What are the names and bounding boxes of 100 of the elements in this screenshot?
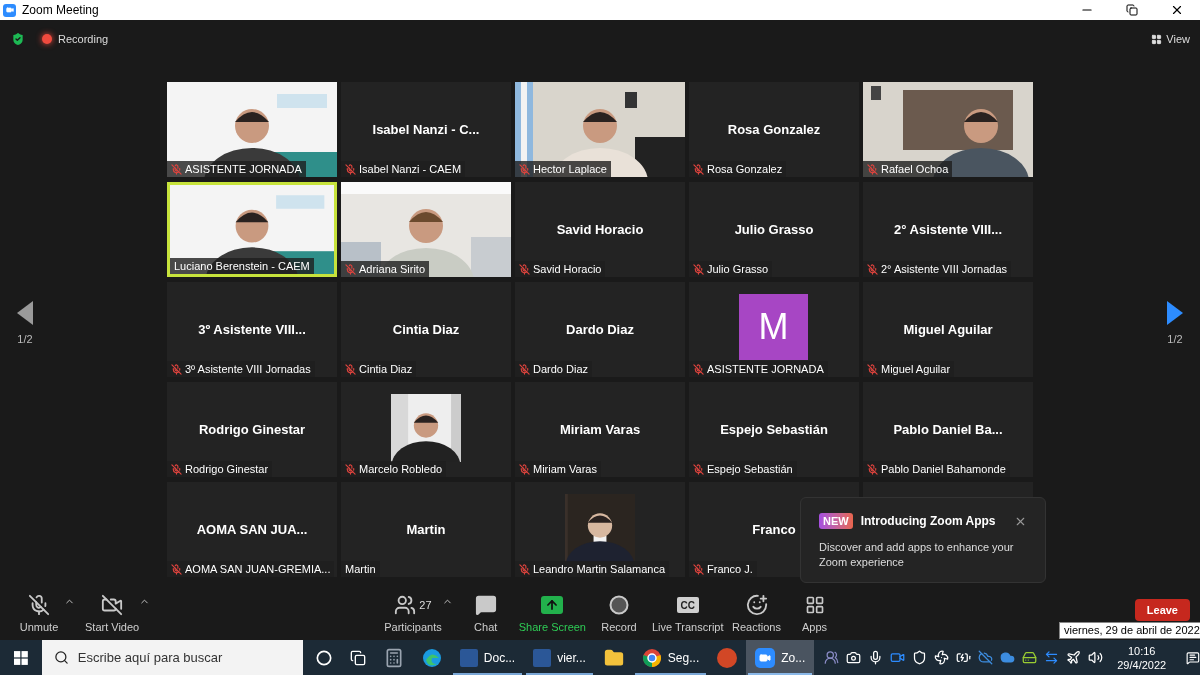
start-icon[interactable] [14, 649, 28, 666]
participant-name: Savid Horacio [556, 221, 644, 239]
popup-title: Introducing Zoom Apps [860, 513, 996, 530]
taskbar-app[interactable]: vier... [524, 640, 595, 675]
window-title: Zoom Meeting [22, 2, 99, 19]
new-badge: NEW [819, 512, 853, 530]
airplane-icon[interactable] [1066, 650, 1082, 665]
muted-mic-icon [519, 263, 530, 275]
toolbar-button[interactable]: Share Screen [518, 594, 586, 636]
cloud-icon[interactable] [1000, 650, 1016, 665]
captions-badge: CC [676, 597, 699, 614]
close-icon[interactable] [1170, 3, 1184, 17]
toolbar-button[interactable]: Unmute [14, 594, 64, 636]
participant-name: Miriam Varas [559, 421, 641, 439]
muted-mic-icon [693, 163, 704, 175]
participant-name: 2° Asistente VIII... [894, 221, 1002, 239]
date-tooltip: viernes, 29 de abril de 2022 [1059, 622, 1200, 639]
participant-label: Hector Laplace [533, 163, 607, 175]
participant-label: Julio Grasso [707, 263, 769, 275]
muted-mic-icon [28, 594, 50, 617]
muted-mic-icon [693, 263, 704, 275]
participant-name: Cintia Diaz [392, 321, 460, 339]
toolbar-button[interactable]: Start Video [85, 594, 140, 636]
document-app-icon [459, 648, 478, 667]
leave-button[interactable]: Leave [1134, 599, 1190, 621]
task-view-icon [349, 649, 366, 666]
reactions-icon [745, 594, 768, 617]
volume-icon[interactable] [1088, 650, 1104, 665]
participant-label: Adriana Sirito [359, 263, 426, 275]
participant-label: Rodrigo Ginestar [185, 463, 269, 475]
participant-label: Miriam Varas [533, 463, 597, 475]
teams-icon[interactable] [824, 650, 840, 665]
muted-mic-icon [171, 563, 182, 575]
slides-app-icon [717, 647, 738, 668]
muted-mic-icon [867, 463, 878, 475]
toolbar-button[interactable]: 27 Participants [384, 594, 442, 636]
drive-icon[interactable] [1022, 650, 1038, 665]
toolbar-button[interactable]: Chat [460, 594, 511, 636]
muted-mic-icon [519, 463, 530, 475]
participant-name: Isabel Nanzi - C... [372, 121, 480, 139]
search-icon [53, 650, 69, 665]
shield-icon[interactable] [912, 650, 928, 665]
search-field[interactable]: Escribe aquí para buscar [41, 640, 303, 675]
toolbar-button[interactable]: Reactions [731, 594, 782, 636]
participant-name: Franco [752, 521, 796, 539]
participant-label: ASISTENTE JORNADA [707, 363, 824, 375]
participant-name: Miguel Aguilar [903, 321, 993, 339]
taskbar-app[interactable]: Zo... [746, 640, 815, 675]
participant-label: Marcelo Robledo [359, 463, 443, 475]
participant-label: Cintia Diaz [359, 363, 413, 375]
participants-icon [394, 594, 417, 617]
popup-message: Discover and add apps to enhance your Zoom experience [819, 540, 1015, 570]
view-button[interactable]: View [1151, 30, 1190, 48]
muted-mic-icon [171, 463, 182, 475]
participant-name: Martin [406, 521, 446, 539]
toolbar-button[interactable]: CC Live Transcript [652, 594, 724, 636]
participant-name: 3º Asistente VIII... [198, 321, 306, 339]
apps-icon [804, 595, 825, 616]
toolbar-button[interactable]: Apps [789, 594, 840, 636]
chat-icon [474, 594, 497, 617]
next-page-arrow[interactable] [1167, 300, 1183, 325]
participant-label: Dardo Diaz [533, 363, 589, 375]
participant-name: Pablo Daniel Ba... [893, 421, 1003, 439]
restore-icon[interactable] [1126, 4, 1138, 16]
participant-label: Rosa Gonzalez [707, 163, 783, 175]
muted-mic-icon [345, 163, 356, 175]
participant-label: Franco J. [707, 563, 753, 575]
recording-status: Recording [58, 31, 109, 47]
taskbar-app[interactable]: Seg... [632, 640, 709, 675]
microphone-icon[interactable] [868, 650, 884, 665]
cortana-icon [315, 649, 332, 666]
video-off-icon [101, 594, 124, 617]
fan-icon[interactable] [934, 650, 950, 665]
security-shield-icon[interactable] [10, 31, 26, 47]
muted-mic-icon [693, 463, 704, 475]
video-app-icon[interactable] [890, 650, 906, 665]
cloud-error-icon[interactable] [978, 650, 994, 665]
participant-name: Rodrigo Ginestar [198, 421, 306, 439]
battery-icon[interactable] [956, 650, 972, 665]
page-indicator: 1/2 [1167, 331, 1183, 347]
toolbar-button[interactable]: Record [594, 594, 644, 636]
app-icon [3, 3, 16, 17]
taskbar-app[interactable]: Doc... [450, 640, 525, 675]
remote-access-icon[interactable] [1044, 650, 1060, 665]
clock[interactable]: 10:16 29/4/2022 [1111, 643, 1173, 672]
participant-label: ASISTENTE JORNADA [185, 163, 302, 175]
camera-icon[interactable] [846, 650, 862, 665]
participant-name: Rosa Gonzalez [727, 121, 821, 139]
browser-icon [641, 647, 662, 668]
grid-icon [1151, 33, 1163, 45]
participant-label: 2° Asistente VIII Jornadas [881, 263, 1008, 275]
muted-mic-icon [867, 263, 878, 275]
muted-mic-icon [345, 463, 356, 475]
participant-label: Rafael Ochoa [881, 163, 949, 175]
participant-name: Espejo Sebastián [720, 421, 828, 439]
avatar: M [739, 294, 808, 360]
record-icon [609, 595, 629, 616]
muted-mic-icon [345, 263, 356, 275]
page-indicator: 1/2 [17, 331, 33, 347]
notifications-icon[interactable] [1186, 649, 1200, 666]
